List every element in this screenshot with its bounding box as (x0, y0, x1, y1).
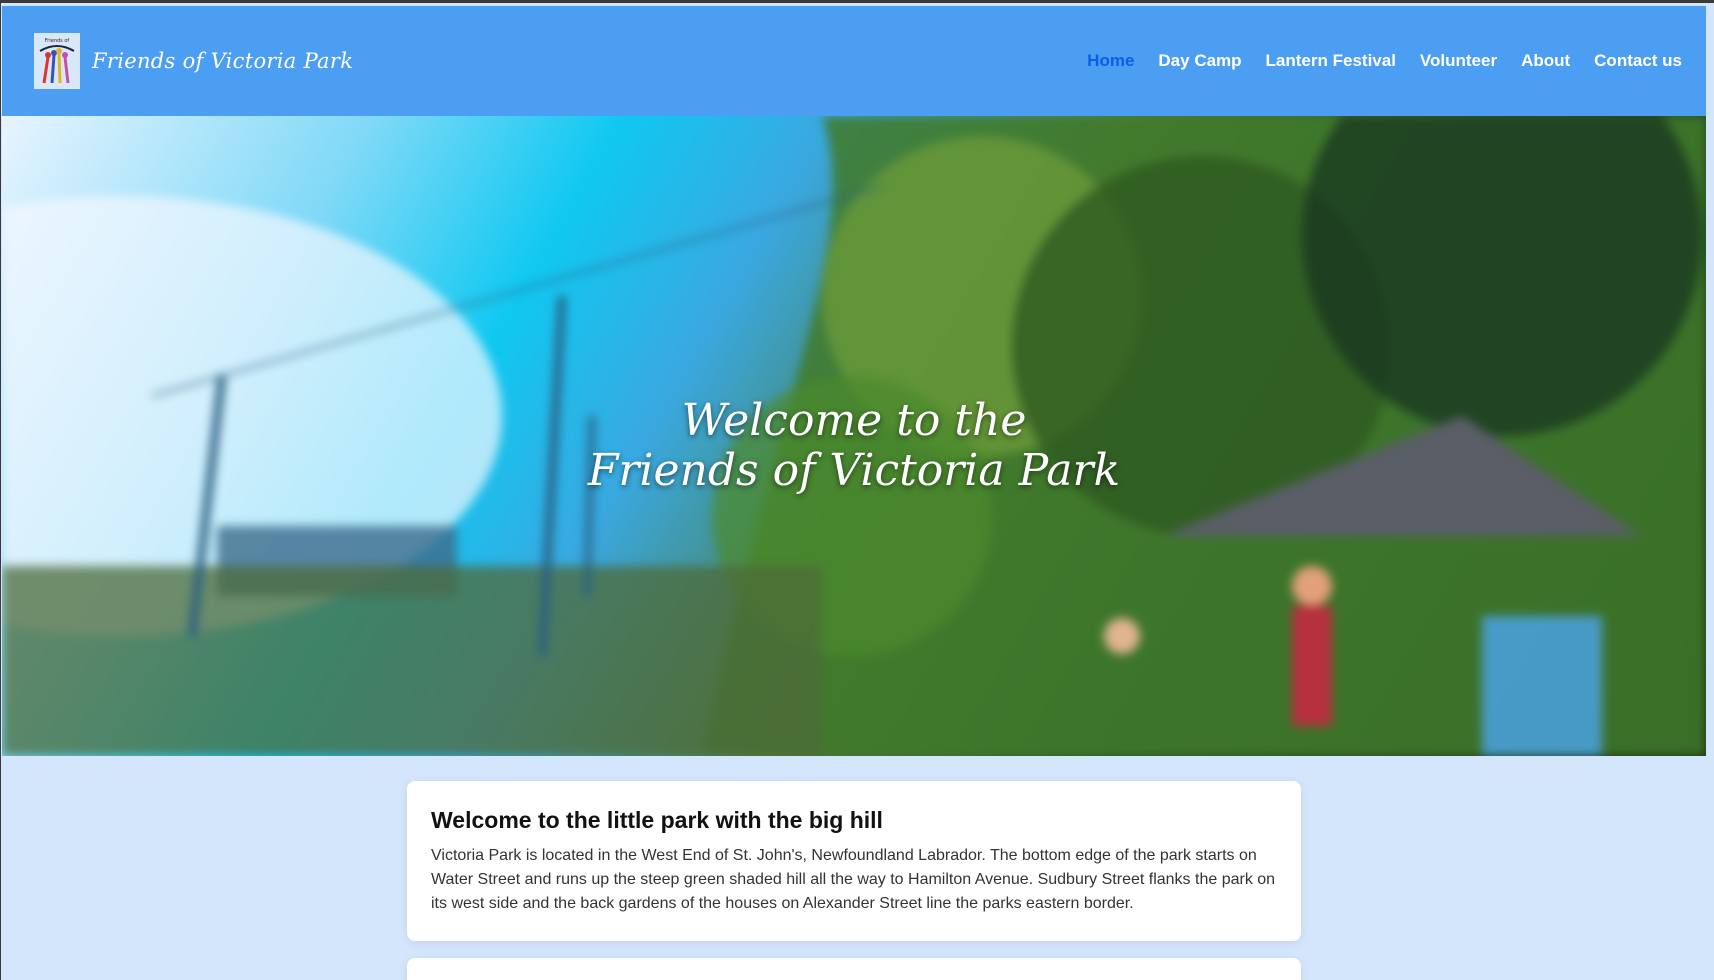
intro-card: Welcome to the little park with the big … (407, 781, 1301, 941)
brand-link[interactable]: Friends of Friends of Victoria Park (34, 33, 353, 89)
nav-lantern-festival[interactable]: Lantern Festival (1266, 51, 1396, 71)
main-nav: Home Day Camp Lantern Festival Volunteer… (1087, 51, 1682, 71)
park-logo: Friends of (34, 33, 80, 89)
brand-name: Friends of Victoria Park (92, 49, 354, 73)
nav-day-camp[interactable]: Day Camp (1158, 51, 1241, 71)
nav-about[interactable]: About (1521, 51, 1570, 71)
intro-body: Victoria Park is located in the West End… (431, 847, 1276, 912)
nav-volunteer[interactable]: Volunteer (1420, 51, 1497, 71)
hero-title: Welcome to the Friends of Victoria Park (2, 396, 1706, 496)
hero-title-line1: Welcome to the (681, 395, 1027, 446)
svg-text:Friends of: Friends of (45, 38, 70, 44)
nav-contact-us[interactable]: Contact us (1594, 51, 1682, 71)
intro-heading: Welcome to the little park with the big … (431, 807, 883, 833)
hero-banner: Welcome to the Friends of Victoria Park (2, 116, 1706, 756)
hero-title-line2: Friends of Victoria Park (587, 445, 1121, 496)
nav-home[interactable]: Home (1087, 51, 1134, 71)
next-card (407, 958, 1301, 980)
top-navbar: Friends of Friends of Victoria Park Home… (2, 6, 1706, 116)
